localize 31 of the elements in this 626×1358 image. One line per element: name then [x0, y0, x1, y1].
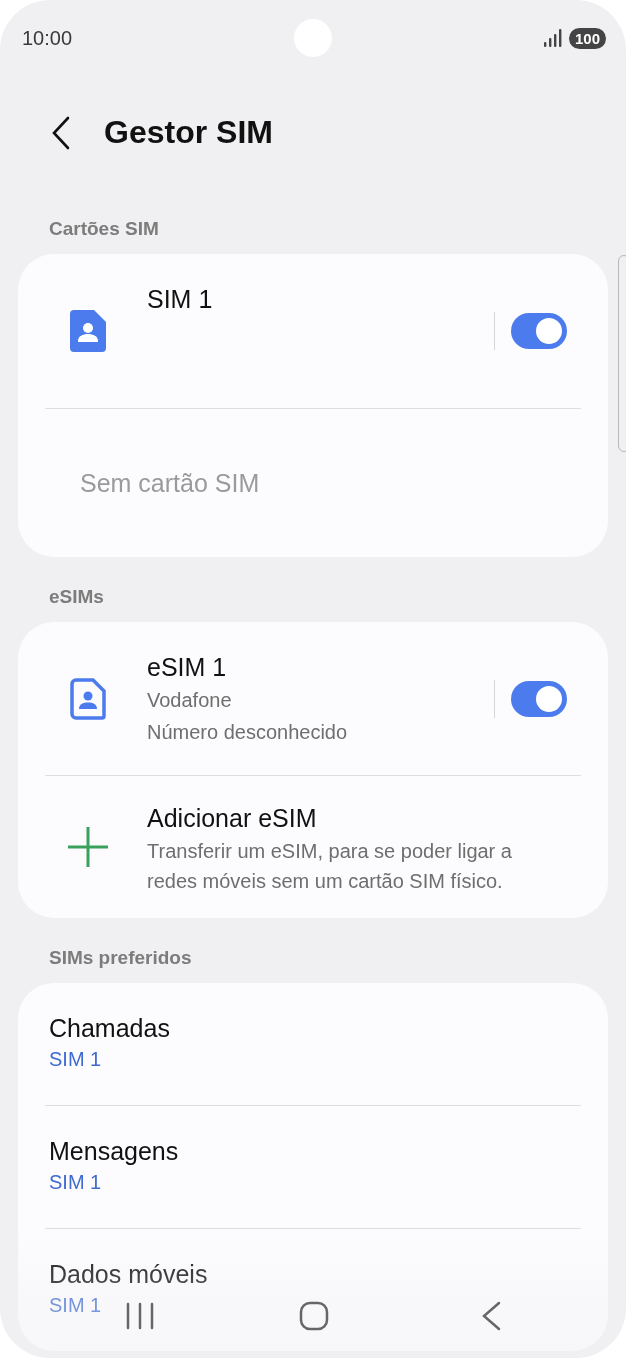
- sim-row[interactable]: eSIM 1 Vodafone Número desconhecido: [18, 622, 608, 775]
- section-header: Cartões SIM: [48, 217, 160, 241]
- empty-slot-label: Sem cartão SIM: [79, 467, 261, 499]
- page-title: Gestor SIM: [104, 114, 273, 151]
- toggle-switch[interactable]: [511, 313, 567, 349]
- preference-value: SIM 1: [49, 1293, 102, 1318]
- add-esim-row[interactable]: Adicionar eSIM Transferir um eSIM, para se poder ligar a redes móveis sem um cartão SIM físico.: [18, 776, 608, 918]
- preference-title[interactable]: Dados móveis: [49, 1257, 208, 1291]
- recents-button[interactable]: [126, 1302, 154, 1330]
- preference-value: SIM 1: [49, 1047, 102, 1072]
- preference-title[interactable]: Chamadas: [49, 1011, 170, 1045]
- add-esim-description: Transferir um eSIM, para se poder ligar a redes móveis sem um cartão SIM físico.: [147, 839, 513, 894]
- preference-title[interactable]: Mensagens: [49, 1134, 179, 1168]
- home-button[interactable]: [299, 1301, 329, 1331]
- section-header: SIMs preferidos: [48, 946, 193, 970]
- back-nav-button[interactable]: [481, 1301, 501, 1331]
- status-time: 10:00: [22, 26, 73, 50]
- sim-card-icon: [70, 310, 106, 352]
- plus-icon: [66, 825, 110, 869]
- sim-name: eSIM 1: [147, 652, 228, 683]
- sim-row[interactable]: SIM 1: [18, 254, 608, 408]
- preference-value: SIM 1: [49, 1170, 102, 1195]
- section-header: eSIMs: [48, 585, 105, 609]
- sim-detail: Número desconhecido: [147, 720, 349, 745]
- sim-card-icon: [70, 677, 106, 720]
- sim-name: SIM 1: [147, 284, 214, 315]
- add-esim-title: Adicionar eSIM: [147, 803, 318, 834]
- battery-level: 100: [568, 27, 606, 49]
- signal-icon: [542, 28, 563, 48]
- sim-detail: Vodafone: [147, 688, 233, 713]
- toggle-switch[interactable]: [511, 680, 567, 717]
